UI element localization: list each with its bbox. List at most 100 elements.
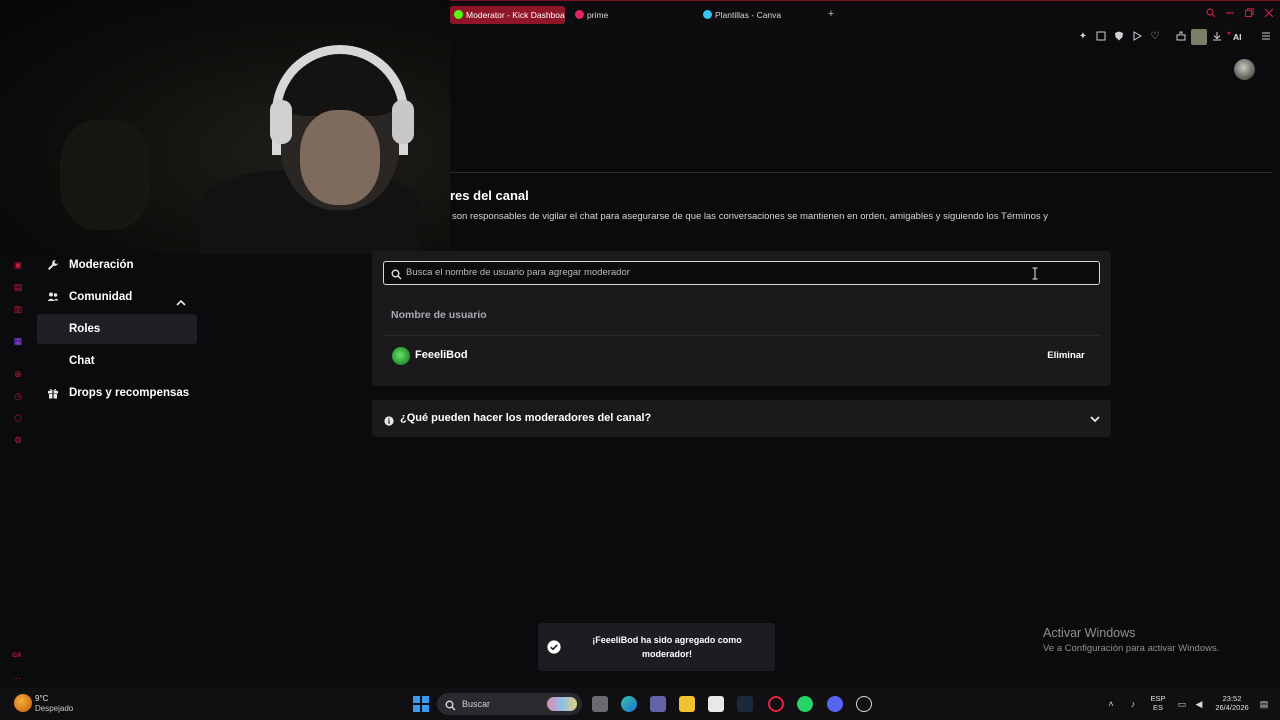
gx-logo-icon: GX (12, 652, 22, 659)
tab-prime[interactable]: prime (571, 6, 681, 24)
discord-icon[interactable] (827, 696, 843, 712)
close-window-icon[interactable] (1263, 8, 1275, 20)
tab-canva[interactable]: Plantillas - Canva (699, 6, 819, 24)
nav-label: Drops y recompensas (69, 387, 190, 399)
more-options-icon[interactable]: … (12, 671, 21, 681)
background-object (60, 120, 150, 230)
text-cursor-icon (1032, 267, 1038, 280)
remove-moderator-button[interactable]: Eliminar (1040, 345, 1092, 367)
tab-kick-dashboard[interactable]: Moderator - Kick Dashboard (450, 6, 565, 24)
faq-accordion[interactable]: ¿Qué pueden hacer los moderadores del ca… (372, 400, 1111, 437)
user-avatar[interactable] (1234, 59, 1255, 80)
sidebar-media-icon[interactable]: ▥ (12, 303, 24, 315)
notifications-icon[interactable]: ▤ (1258, 698, 1270, 710)
prime-favicon-icon (575, 10, 584, 19)
info-icon (384, 413, 394, 426)
download-icon[interactable] (1211, 31, 1223, 43)
canva-favicon-icon (703, 10, 712, 19)
page-description: son responsables de vigilar el chat para… (452, 211, 1049, 222)
search-input[interactable]: Busca el nombre de usuario para agregar … (406, 262, 630, 284)
kick-favicon-icon (454, 10, 463, 19)
search-tabs-icon[interactable] (1205, 8, 1217, 20)
weather-icon[interactable] (14, 694, 32, 712)
chevron-up-icon[interactable] (175, 291, 187, 306)
weather-temperature: 9°C (35, 694, 49, 703)
search-icon (445, 698, 457, 711)
sidebar-twitch-icon[interactable]: ▤ (12, 281, 24, 293)
sidebar-bag-icon[interactable]: ▣ (12, 259, 24, 271)
moderator-username: FeeeliBod (415, 349, 468, 361)
nav-comunidad[interactable]: Comunidad (37, 282, 197, 312)
tab-label: Plantillas - Canva (715, 10, 782, 20)
minimize-icon[interactable] (1224, 8, 1236, 20)
teams-icon[interactable] (650, 696, 666, 712)
nav-label: Chat (69, 355, 95, 367)
table-divider (383, 335, 1100, 336)
sidebar-twitch-purple-icon[interactable]: ▦ (12, 335, 24, 347)
headset-cup-right (392, 100, 414, 144)
gift-icon (47, 387, 59, 399)
network-icon[interactable]: ▭ (1176, 698, 1188, 710)
profile-thumbnail-icon[interactable] (1191, 29, 1207, 45)
sidebar-clock-icon[interactable]: ◷ (12, 390, 24, 402)
sidebar-settings-icon[interactable]: ⚙ (12, 434, 24, 446)
headset-band (272, 45, 408, 155)
clock-date: 26/4/2026 (1215, 703, 1249, 712)
nav-drops-recompensas[interactable]: Drops y recompensas (37, 378, 197, 408)
play-icon[interactable] (1131, 31, 1143, 43)
sidebar-extension-icon[interactable]: ⬡ (12, 412, 24, 424)
webcam-overlay (0, 0, 450, 254)
ai-label: AI (1233, 32, 1242, 42)
whatsapp-icon[interactable] (797, 696, 813, 712)
check-circle-icon (547, 640, 561, 654)
moderator-avatar (392, 347, 410, 365)
keyboard-layout: ES (1152, 703, 1163, 712)
success-toast: ¡FeeeliBod ha sido agregado como moderad… (538, 623, 775, 671)
menu-icon[interactable] (1260, 31, 1272, 43)
new-tab-button[interactable]: + (826, 8, 836, 20)
ai-button[interactable]: AI (1233, 31, 1242, 43)
shield-icon[interactable] (1113, 31, 1125, 43)
wrench-icon (47, 259, 59, 271)
heart-icon[interactable]: ♡ (1149, 31, 1161, 43)
chevron-down-icon[interactable] (1088, 412, 1102, 426)
nav-roles[interactable]: Roles (37, 314, 197, 344)
extensions-icon[interactable] (1175, 31, 1187, 43)
nav-chat[interactable]: Chat (37, 346, 197, 376)
headset-cup-left (270, 100, 292, 144)
sidebar-plus-icon[interactable]: ⊕ (12, 368, 24, 380)
faq-question: ¿Qué pueden hacer los moderadores del ca… (400, 412, 652, 424)
tab-label: Moderator - Kick Dashboard (466, 10, 565, 20)
nav-label: Moderación (69, 259, 134, 271)
column-header-username: Nombre de usuario (391, 309, 487, 321)
task-view-icon[interactable] (592, 696, 608, 712)
add-moderator-search[interactable]: Busca el nombre de usuario para agregar … (383, 261, 1100, 285)
activation-watermark-title: Activar Windows (1043, 626, 1136, 640)
taskbar-search[interactable]: Buscar (437, 693, 582, 715)
edge-icon[interactable] (621, 696, 637, 712)
nav-label: Roles (69, 323, 101, 335)
clock[interactable]: 23:52 26/4/2026 (1210, 694, 1254, 712)
start-button-icon[interactable] (413, 696, 429, 712)
language-code: ESP (1150, 694, 1166, 703)
opera-gx-icon[interactable] (768, 696, 784, 712)
weather-description: Despejado (35, 704, 74, 713)
users-icon (47, 291, 59, 303)
microphone-icon[interactable]: ♪ (1127, 698, 1139, 710)
nav-moderacion[interactable]: Moderación (37, 250, 197, 280)
settings-icon[interactable] (856, 696, 872, 712)
volume-icon[interactable]: ◀ (1193, 698, 1205, 710)
toast-message: ¡FeeeliBod ha sido agregado como moderad… (592, 635, 742, 659)
screen: Moderator - Kick Dashboard prime Plantil… (0, 0, 1280, 720)
tray-expand-icon[interactable]: ˄ (1105, 698, 1117, 710)
snapshot-icon[interactable] (1095, 31, 1107, 43)
steam-icon[interactable] (737, 696, 753, 712)
header-divider (450, 172, 1272, 173)
activation-watermark-subtitle: Ve a Configuración para activar Windows. (1043, 643, 1220, 654)
language-indicator[interactable]: ESP ES (1147, 694, 1169, 712)
file-explorer-icon[interactable] (679, 696, 695, 712)
restore-icon[interactable] (1243, 8, 1255, 20)
pin-icon[interactable]: ✦ (1077, 31, 1089, 43)
store-icon[interactable] (708, 696, 724, 712)
tab-label: prime (587, 10, 609, 20)
